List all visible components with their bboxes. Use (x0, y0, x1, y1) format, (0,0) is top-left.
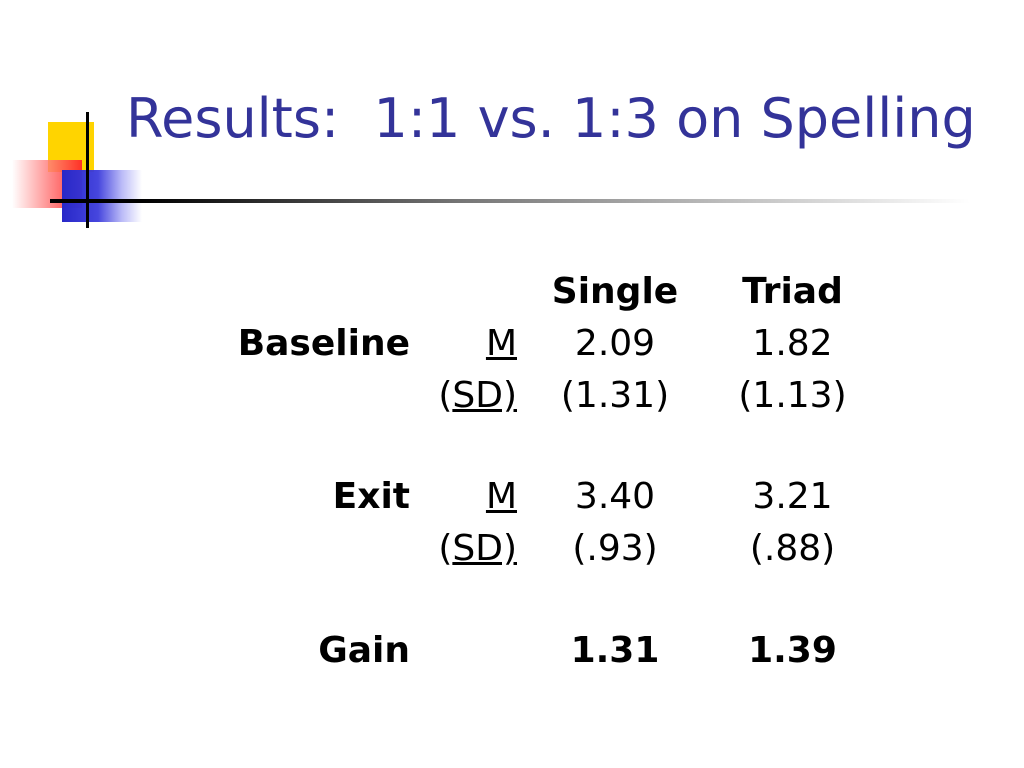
baseline-triad-mean: 1.82 (752, 323, 833, 364)
stat-label-sd-text: SD) (452, 375, 517, 416)
stat-label-sd-paren: ( (438, 528, 453, 569)
stat-label-mean: M (420, 472, 517, 522)
exit-single-mean: 3.40 (574, 476, 656, 517)
baseline-triad-sd: (1.13) (738, 375, 847, 416)
header-triad: Triad (742, 271, 843, 312)
gain-single: 1.31 (570, 630, 660, 671)
stat-label-mean: M (420, 319, 517, 369)
stat-label-sd: (SD) (420, 524, 517, 574)
exit-single-sd: (.93) (572, 528, 658, 569)
slide-title: Results: 1:1 vs. 1:3 on Spelling (126, 87, 976, 150)
stat-label-sd: (SD) (420, 371, 517, 421)
baseline-single-mean: 2.09 (574, 323, 656, 364)
row-label-gain: Gain (318, 630, 410, 671)
row-label-baseline: Baseline (237, 323, 410, 364)
stat-label-mean-text: M (485, 476, 517, 517)
logo-blue-square (62, 170, 142, 222)
stat-label-sd-paren: ( (438, 375, 453, 416)
exit-triad-mean: 3.21 (752, 476, 833, 517)
gain-triad: 1.39 (748, 630, 837, 671)
row-label-exit: Exit (332, 476, 410, 517)
title-underline-rule (50, 199, 970, 203)
stat-label-mean-text: M (485, 323, 517, 364)
header-single: Single (551, 271, 679, 312)
slide: Results: 1:1 vs. 1:3 on Spelling Single … (0, 0, 1024, 768)
baseline-single-sd: (1.31) (560, 375, 670, 416)
exit-triad-sd: (.88) (749, 528, 836, 569)
logo-vertical-line (86, 112, 89, 228)
stat-label-sd-text: SD) (452, 528, 517, 569)
